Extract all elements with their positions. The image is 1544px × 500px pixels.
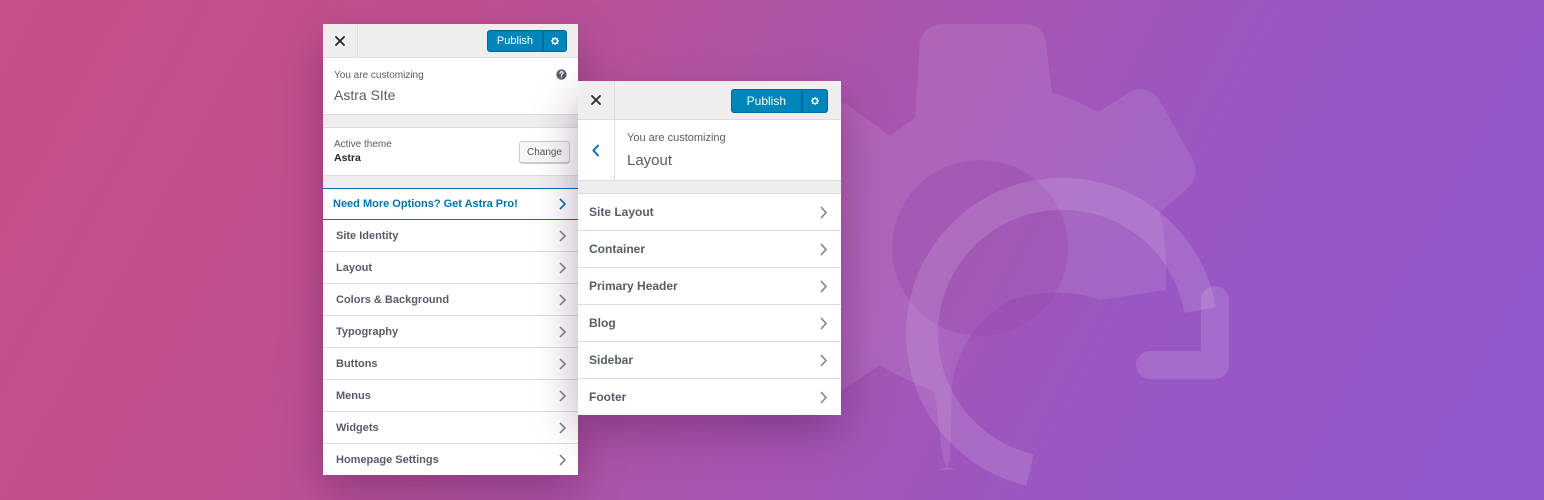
chevron-right-icon	[820, 242, 827, 256]
customizer-sections-list: Need More Options? Get Astra Pro! Site I…	[323, 188, 578, 475]
publish-button[interactable]: Publish	[730, 89, 802, 113]
section-label: Widgets	[336, 421, 379, 434]
promo-label: Need More Options? Get Astra Pro!	[333, 198, 518, 210]
get-astra-pro-link[interactable]: Need More Options? Get Astra Pro!	[323, 188, 578, 220]
section-label: Sidebar	[589, 353, 634, 367]
back-button[interactable]	[578, 120, 615, 180]
section-label: Colors & Background	[336, 293, 450, 306]
section-label: Footer	[589, 390, 627, 404]
gear-icon	[551, 37, 559, 45]
customizer-panel-layout: Publish You are customizing Layout Site …	[578, 81, 841, 415]
section-label: Layout	[336, 261, 373, 274]
customizing-info: You are customizing Astra SIte	[323, 58, 578, 115]
chevron-right-icon	[559, 261, 566, 274]
section-label: Blog	[589, 316, 616, 330]
section-site-identity[interactable]: Site Identity	[323, 220, 578, 252]
customizing-label: You are customizing	[627, 132, 726, 144]
layout-sections-list: Site Layout Container Primary Header Blo…	[578, 193, 841, 415]
close-customizer-button[interactable]	[323, 24, 358, 57]
section-title: Layout	[627, 152, 673, 169]
customizer-header: Publish	[578, 81, 841, 120]
chevron-right-icon	[559, 293, 566, 306]
site-title: Astra SIte	[334, 87, 396, 103]
chevron-right-icon	[559, 421, 566, 434]
customizing-label: You are customizing	[334, 70, 424, 81]
section-menus[interactable]: Menus	[323, 380, 578, 412]
chevron-right-icon	[559, 357, 566, 370]
chevron-right-icon	[820, 353, 827, 367]
publish-button[interactable]: Publish	[486, 30, 543, 52]
help-icon[interactable]	[556, 69, 567, 80]
publish-group: Publish	[486, 30, 567, 52]
chevron-right-icon	[559, 453, 566, 466]
customizer-panel-main: Publish You are customizing Astra SIte A…	[323, 24, 578, 475]
section-label: Container	[589, 242, 646, 256]
section-primary-header[interactable]: Primary Header	[578, 268, 841, 305]
active-theme-section: Active theme Astra Change	[323, 127, 578, 176]
active-theme-label: Active theme	[334, 139, 392, 150]
active-theme-name: Astra	[334, 152, 361, 164]
publish-settings-button[interactable]	[802, 89, 828, 113]
publish-group: Publish	[730, 89, 828, 113]
section-label: Site Identity	[336, 229, 399, 242]
section-label: Primary Header	[589, 279, 678, 293]
customizing-info: You are customizing Layout	[578, 120, 841, 181]
section-sidebar[interactable]: Sidebar	[578, 342, 841, 379]
chevron-right-icon	[820, 316, 827, 330]
chevron-right-icon	[559, 229, 566, 242]
section-label: Typography	[336, 325, 399, 338]
section-typography[interactable]: Typography	[323, 316, 578, 348]
close-customizer-button[interactable]	[578, 81, 615, 119]
publish-settings-button[interactable]	[543, 30, 567, 52]
chevron-left-icon	[592, 143, 600, 157]
chevron-right-icon	[820, 279, 827, 293]
close-icon	[591, 95, 601, 105]
section-layout[interactable]: Layout	[323, 252, 578, 284]
chevron-right-icon	[559, 389, 566, 402]
chevron-right-icon	[559, 198, 566, 210]
section-label: Buttons	[336, 357, 378, 370]
gear-icon	[811, 97, 819, 105]
customizer-header: Publish	[323, 24, 578, 58]
section-container[interactable]: Container	[578, 231, 841, 268]
section-footer[interactable]: Footer	[578, 379, 841, 415]
chevron-right-icon	[820, 205, 827, 219]
section-label: Menus	[336, 389, 371, 402]
section-colors-background[interactable]: Colors & Background	[323, 284, 578, 316]
change-theme-button[interactable]: Change	[518, 141, 570, 163]
section-widgets[interactable]: Widgets	[323, 412, 578, 444]
section-label: Homepage Settings	[336, 453, 439, 466]
section-site-layout[interactable]: Site Layout	[578, 194, 841, 231]
section-label: Site Layout	[589, 205, 654, 219]
section-homepage-settings[interactable]: Homepage Settings	[323, 444, 578, 475]
chevron-right-icon	[559, 325, 566, 338]
close-icon	[335, 35, 345, 46]
section-buttons[interactable]: Buttons	[323, 348, 578, 380]
section-blog[interactable]: Blog	[578, 305, 841, 342]
chevron-right-icon	[820, 390, 827, 404]
